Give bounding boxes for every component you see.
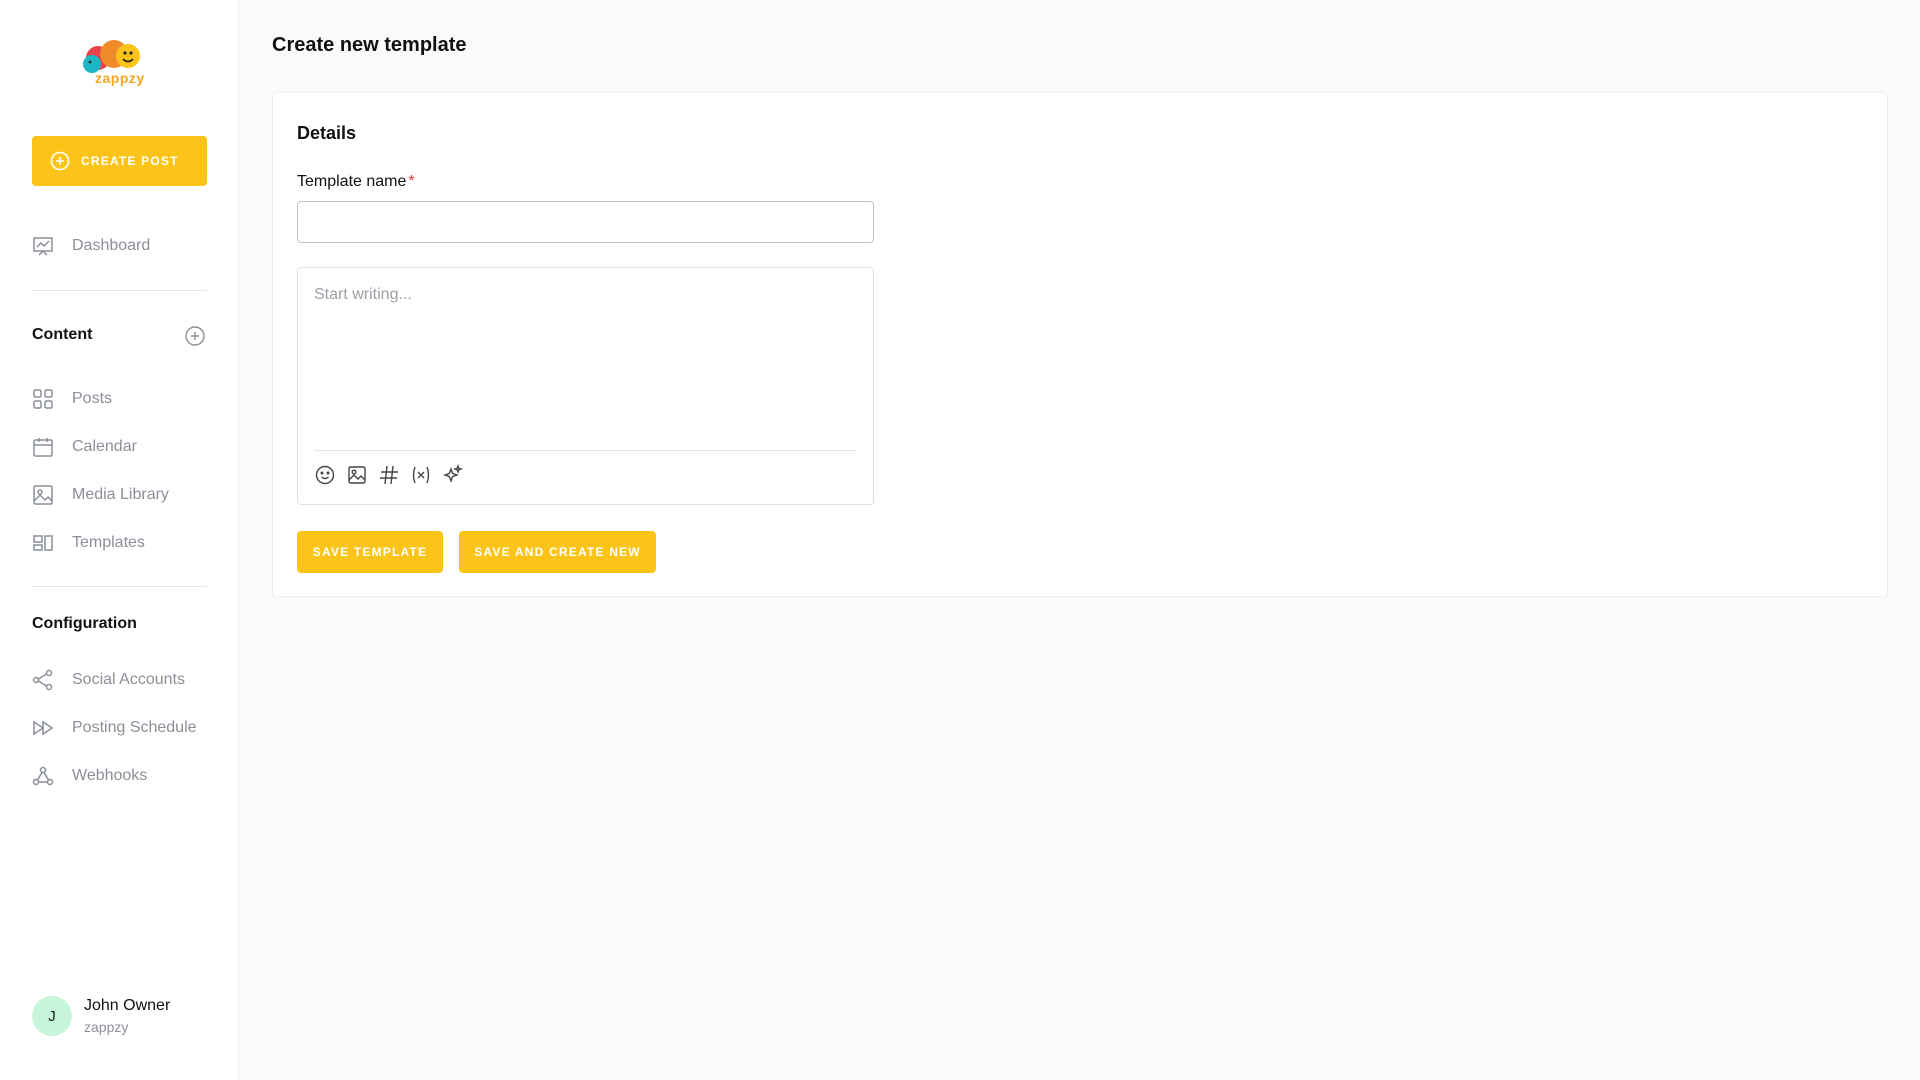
share-icon <box>32 669 54 691</box>
sidebar-item-dashboard[interactable]: Dashboard <box>32 230 207 262</box>
sidebar-item-templates[interactable]: Templates <box>32 527 207 559</box>
divider <box>32 290 207 291</box>
presentation-chart-icon <box>32 235 54 257</box>
sidebar-item-posting-schedule[interactable]: Posting Schedule <box>32 712 207 744</box>
create-post-label: CREATE POST <box>81 154 179 168</box>
plus-circle-icon <box>50 151 70 171</box>
editor-toolbar <box>314 464 464 486</box>
sidebar: zappzy CREATE POST Dashboard Content Pos… <box>0 0 239 1080</box>
user-profile[interactable]: J John Owner zappzy <box>32 996 170 1036</box>
sparkles-icon[interactable] <box>442 464 464 486</box>
image-icon <box>32 484 54 506</box>
page-title: Create new template <box>272 34 467 56</box>
fast-forward-icon <box>32 717 54 739</box>
sidebar-item-webhooks[interactable]: Webhooks <box>32 760 207 792</box>
user-name: John Owner <box>84 997 171 1014</box>
sidebar-item-label: Posts <box>72 390 113 407</box>
editor-divider <box>314 450 857 451</box>
variable-icon[interactable] <box>410 464 432 486</box>
image-icon[interactable] <box>346 464 368 486</box>
webhook-icon <box>32 765 54 787</box>
section-title-content: Content <box>32 326 93 343</box>
sidebar-item-label: Dashboard <box>72 237 151 254</box>
sidebar-item-social-accounts[interactable]: Social Accounts <box>32 664 207 696</box>
sidebar-item-calendar[interactable]: Calendar <box>32 431 207 463</box>
sidebar-item-label: Posting Schedule <box>72 719 197 736</box>
templates-icon <box>32 532 54 554</box>
sidebar-item-label: Templates <box>72 534 145 551</box>
sidebar-item-posts[interactable]: Posts <box>32 383 207 415</box>
grid-icon <box>32 388 54 410</box>
template-name-input[interactable] <box>297 201 874 243</box>
calendar-icon <box>32 436 54 458</box>
user-org: zappzy <box>84 1019 129 1035</box>
add-content-button[interactable] <box>184 325 206 347</box>
editor-placeholder: Start writing... <box>314 286 412 303</box>
save-and-create-new-button[interactable]: SAVE AND CREATE NEW <box>459 531 656 573</box>
card-title: Details <box>297 123 357 143</box>
logo-wordmark: zappzy <box>95 70 145 86</box>
main-content: Create new template Details Template nam… <box>240 0 1920 1080</box>
details-card: Details Template name* Start writing... <box>272 92 1888 597</box>
create-post-button[interactable]: CREATE POST <box>32 136 207 186</box>
template-name-label: Template name * <box>297 173 415 191</box>
hashtag-icon[interactable] <box>378 464 400 486</box>
save-template-button[interactable]: SAVE TEMPLATE <box>297 531 443 573</box>
label-text: Template name <box>297 173 407 190</box>
content-editor[interactable]: Start writing... <box>297 267 874 505</box>
emoji-icon[interactable] <box>314 464 336 486</box>
sidebar-item-label: Social Accounts <box>72 671 185 688</box>
sidebar-item-label: Media Library <box>72 486 169 503</box>
sidebar-item-label: Calendar <box>72 438 137 455</box>
section-title-configuration: Configuration <box>32 615 137 632</box>
sidebar-item-media-library[interactable]: Media Library <box>32 479 207 511</box>
avatar: J <box>32 996 72 1036</box>
required-mark: * <box>408 173 415 190</box>
sidebar-item-label: Webhooks <box>72 767 148 784</box>
divider <box>32 586 207 587</box>
